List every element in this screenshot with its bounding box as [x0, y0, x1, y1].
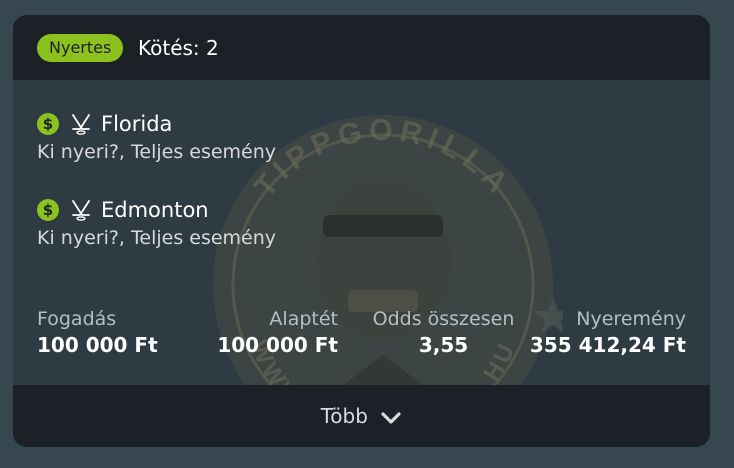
- selection-market: Ki nyeri?, Teljes esemény: [37, 227, 277, 249]
- svg-text:TIPPGORILLA: TIPPGORILLA: [248, 114, 517, 204]
- status-badge: Nyertes: [37, 34, 124, 62]
- payout-label: Nyeremény: [576, 308, 686, 330]
- total-odds-stat: Odds összesen 3,55: [366, 308, 521, 357]
- base-stake-value: 100 000 Ft: [217, 333, 338, 357]
- bet-card-body: TIPPGORILLA WWW.TIPPGORILLA.HU $ Florida: [13, 80, 710, 447]
- hockey-icon: [72, 200, 90, 221]
- selection-team: Florida: [101, 112, 173, 136]
- stake-stat: Fogadás 100 000 Ft: [37, 308, 158, 357]
- selection-market: Ki nyeri?, Teljes esemény: [37, 141, 277, 163]
- total-odds-value: 3,55: [418, 333, 469, 357]
- bet-card-header: Nyertes Kötés: 2: [13, 15, 710, 80]
- payout-stat: Nyeremény 355 412,24 Ft: [530, 308, 686, 357]
- dollar-icon: $: [37, 113, 59, 135]
- base-stake-stat: Alaptét 100 000 Ft: [217, 308, 338, 357]
- bet-card: Nyertes Kötés: 2 TIPPGORILLA WWW.TIPPGOR…: [13, 15, 710, 447]
- selection-item: $ Edmonton Ki nyeri?, Teljes esemény: [37, 196, 276, 249]
- bet-count: Kötés: 2: [138, 36, 219, 60]
- hockey-icon: [72, 114, 90, 135]
- chevron-down-icon: [381, 411, 401, 424]
- dollar-icon: $: [37, 199, 59, 221]
- stake-label: Fogadás: [37, 308, 117, 330]
- more-button[interactable]: Több: [13, 385, 710, 447]
- selection-item: $ Florida Ki nyeri?, Teljes esemény: [37, 110, 276, 163]
- base-stake-label: Alaptét: [269, 308, 338, 330]
- selection-team: Edmonton: [101, 198, 209, 222]
- payout-value: 355 412,24 Ft: [529, 333, 686, 357]
- more-label: Több: [320, 404, 368, 428]
- stake-value: 100 000 Ft: [37, 333, 158, 357]
- total-odds-label: Odds összesen: [372, 308, 515, 330]
